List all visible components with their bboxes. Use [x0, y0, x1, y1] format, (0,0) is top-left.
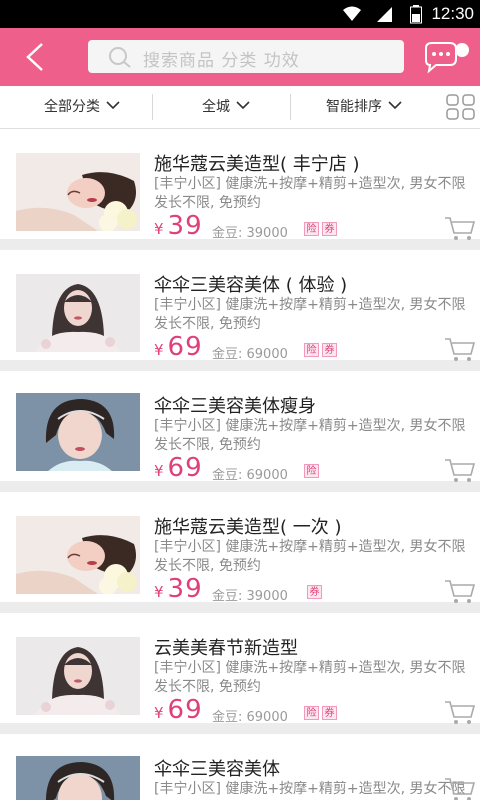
gold-beans: 金豆: 69000 [212, 468, 288, 483]
deal-price: ¥39 [154, 574, 203, 604]
gold-beans: 金豆: 39000 [212, 589, 288, 604]
woman-long-hair-image [16, 637, 140, 715]
sort-filter-label: 智能排序 [326, 99, 382, 115]
deal-description: [丰宁小区] 健康洗+按摩+精剪+造型次, 男女不限发长不限, 免预约 [154, 539, 466, 574]
deal-thumbnail [16, 274, 140, 352]
deal-description: [丰宁小区] 健康洗+按摩+精剪+造型次, 男女不限发长不限, 免预约 [154, 660, 466, 695]
deal-thumbnail [16, 516, 140, 594]
deal-title: 伞伞三美容美体 ( 体验 ) [154, 275, 348, 296]
add-to-cart-button[interactable] [444, 336, 476, 362]
gold-beans: 金豆: 69000 [212, 710, 288, 725]
divider [290, 94, 291, 120]
cart-icon [445, 459, 476, 482]
clock: 12:30 [431, 4, 474, 23]
deal-price: ¥69 [154, 453, 203, 483]
deal-thumbnail [16, 393, 140, 471]
deal-title: 施华蔻云美造型( 丰宁店 ) [154, 154, 360, 175]
deal-thumbnail [16, 637, 140, 715]
deal-title: 伞伞三美容美体瘦身 [154, 396, 316, 417]
chevron-down-icon [236, 101, 250, 109]
deal-card[interactable]: 施华蔻云美造型( 丰宁店 ) [丰宁小区] 健康洗+按摩+精剪+造型次, 男女不… [0, 129, 480, 241]
grid-view-button[interactable] [446, 94, 476, 120]
deal-thumbnail [16, 756, 140, 800]
top-bar: 搜索商品 分类 功效 [0, 28, 480, 86]
coupon-badge: 券 [322, 706, 337, 720]
deal-card[interactable]: 伞伞三美容美体 ( 体验 ) [丰宁小区] 健康洗+按摩+精剪+造型次, 男女不… [0, 250, 480, 362]
deal-description: [丰宁小区] 健康洗+按摩+精剪+造型次, 男女不限发长不限, 免预约 [154, 781, 466, 797]
cart-icon [445, 217, 476, 240]
chevron-down-icon [106, 101, 120, 109]
deal-thumbnail [16, 153, 140, 231]
filter-bar: 全部分类 全城 智能排序 [0, 86, 480, 129]
search-input[interactable]: 搜索商品 分类 功效 [88, 40, 404, 73]
deal-title: 伞伞三美容美体 [154, 759, 280, 780]
status-bar: 12:30 [0, 0, 480, 28]
search-icon [109, 47, 131, 68]
price-value: 69 [167, 332, 203, 362]
grid-icon [446, 94, 475, 120]
signal-icon [377, 7, 392, 22]
deal-price: ¥39 [154, 211, 203, 241]
deal-description: [丰宁小区] 健康洗+按摩+精剪+造型次, 男女不限发长不限, 免预约 [154, 176, 466, 211]
chevron-left-icon [26, 43, 43, 71]
search-placeholder: 搜索商品 分类 功效 [143, 51, 300, 71]
woman-with-flowers-image [16, 153, 140, 231]
woman-braid-image [16, 756, 140, 800]
gold-beans: 金豆: 69000 [212, 347, 288, 362]
add-to-cart-button[interactable] [444, 578, 476, 604]
deal-description: [丰宁小区] 健康洗+按摩+精剪+造型次, 男女不限发长不限, 免预约 [154, 297, 466, 332]
sort-filter[interactable]: 智能排序 [326, 86, 402, 128]
insurance-badge: 险 [304, 222, 319, 236]
cart-icon [445, 338, 476, 361]
deal-card[interactable]: 伞伞三美容美体瘦身 [丰宁小区] 健康洗+按摩+精剪+造型次, 男女不限发长不限… [0, 371, 480, 483]
gold-beans: 金豆: 39000 [212, 226, 288, 241]
deal-card[interactable]: 云美美春节新造型 [丰宁小区] 健康洗+按摩+精剪+造型次, 男女不限发长不限,… [0, 613, 480, 725]
insurance-badge: 险 [304, 464, 319, 478]
currency-symbol: ¥ [154, 583, 164, 601]
deal-title: 施华蔻云美造型( 一次 ) [154, 517, 342, 538]
cart-icon [445, 580, 476, 603]
deal-price: ¥69 [154, 332, 203, 362]
cart-icon [445, 778, 476, 800]
chat-bubble-icon [425, 42, 469, 74]
region-filter-label: 全城 [202, 99, 230, 115]
wifi-icon [343, 6, 361, 21]
deal-title: 云美美春节新造型 [154, 638, 298, 659]
battery-icon [410, 5, 422, 24]
add-to-cart-button[interactable] [444, 215, 476, 241]
deal-card[interactable]: 施华蔻云美造型( 一次 ) [丰宁小区] 健康洗+按摩+精剪+造型次, 男女不限… [0, 492, 480, 604]
coupon-badge: 券 [322, 222, 337, 236]
currency-symbol: ¥ [154, 462, 164, 480]
message-button[interactable] [420, 40, 470, 74]
price-value: 69 [167, 695, 203, 725]
category-filter[interactable]: 全部分类 [44, 86, 120, 128]
coupon-badge: 券 [322, 343, 337, 357]
price-value: 39 [167, 574, 203, 604]
currency-symbol: ¥ [154, 704, 164, 722]
woman-braid-image [16, 393, 140, 471]
currency-symbol: ¥ [154, 341, 164, 359]
add-to-cart-button[interactable] [444, 699, 476, 725]
region-filter[interactable]: 全城 [202, 86, 250, 128]
deal-price: ¥69 [154, 695, 203, 725]
cart-icon [445, 701, 476, 724]
deal-description: [丰宁小区] 健康洗+按摩+精剪+造型次, 男女不限发长不限, 免预约 [154, 418, 466, 453]
insurance-badge: 险 [304, 343, 319, 357]
price-value: 39 [167, 211, 203, 241]
currency-symbol: ¥ [154, 220, 164, 238]
woman-with-flowers-image [16, 516, 140, 594]
woman-long-hair-image [16, 274, 140, 352]
add-to-cart-button[interactable] [444, 457, 476, 483]
add-to-cart-button[interactable] [444, 776, 476, 800]
coupon-badge: 券 [307, 585, 322, 599]
category-filter-label: 全部分类 [44, 99, 100, 115]
deal-card[interactable]: 伞伞三美容美体 [丰宁小区] 健康洗+按摩+精剪+造型次, 男女不限发长不限, … [0, 734, 480, 800]
chevron-down-icon [388, 101, 402, 109]
price-value: 69 [167, 453, 203, 483]
insurance-badge: 险 [304, 706, 319, 720]
back-button[interactable] [22, 40, 54, 74]
divider [152, 94, 153, 120]
